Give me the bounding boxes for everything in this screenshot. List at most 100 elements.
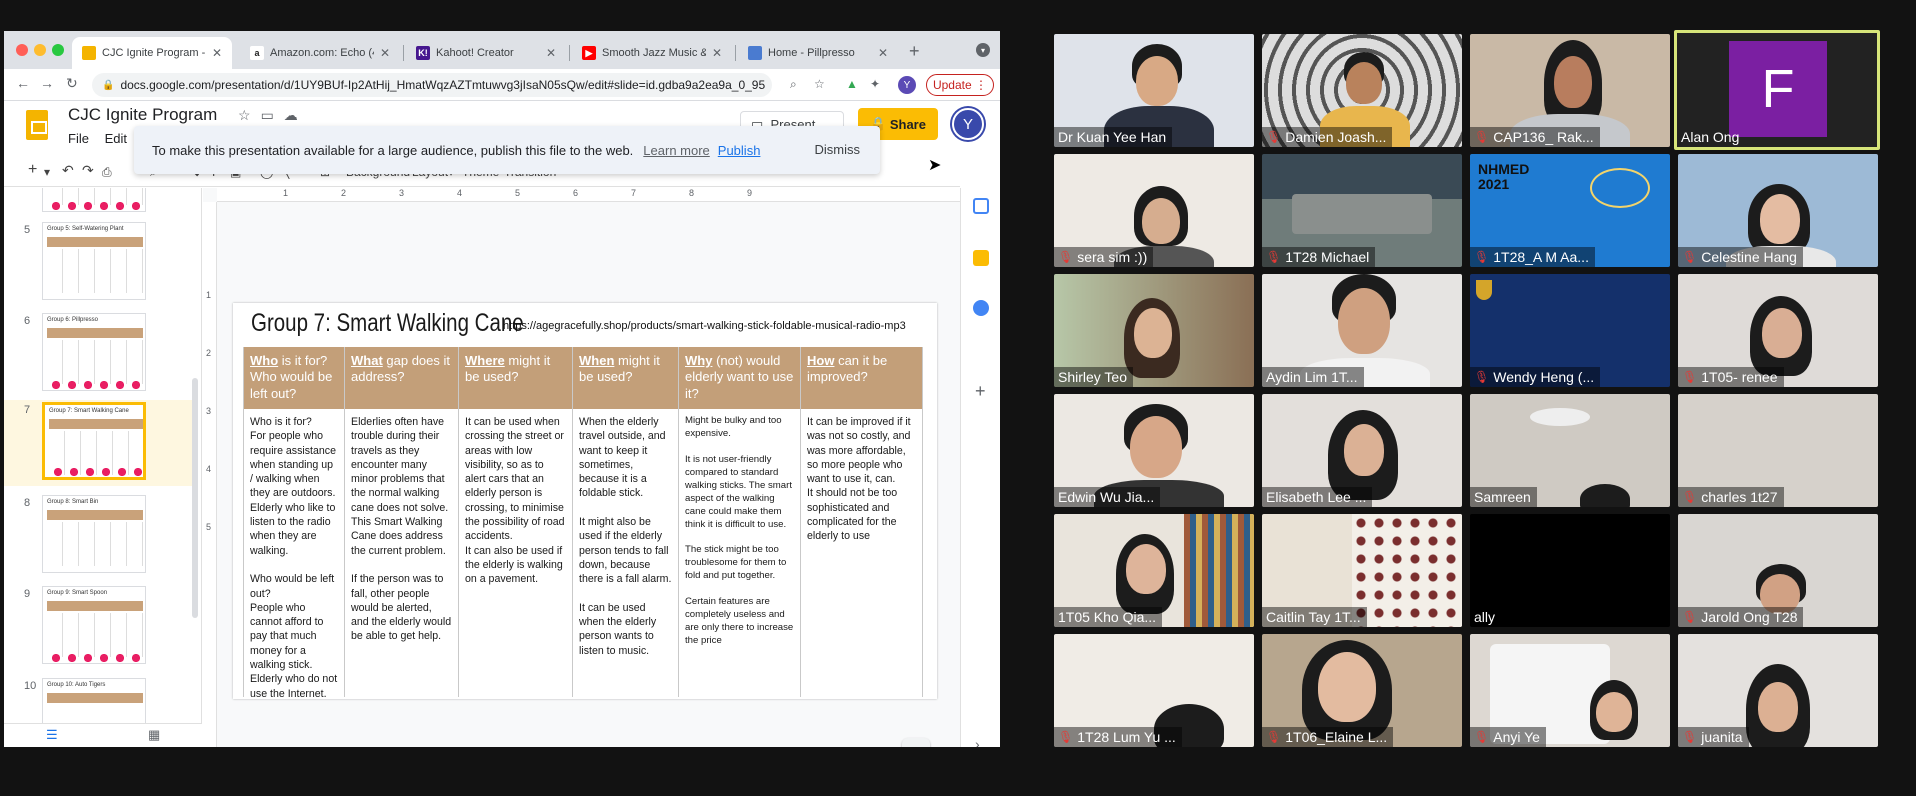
close-tab-icon[interactable]: ✕: [878, 46, 888, 60]
participant-tile[interactable]: 🎙 1T28 Lum Yu ...: [1054, 634, 1254, 747]
participant-tile[interactable]: 🎙 Jarold Ong T28: [1678, 514, 1878, 627]
participant-tile[interactable]: Edwin Wu Jia...: [1054, 394, 1254, 507]
participant-tile-speaking[interactable]: F Alan Ong: [1674, 30, 1880, 150]
slides-logo-icon[interactable]: [26, 110, 48, 140]
zoom-icon[interactable]: ⌕: [790, 77, 797, 92]
participant-tile[interactable]: 🎙 sera sim :)): [1054, 154, 1254, 267]
url-field[interactable]: 🔒 docs.google.com/presentation/d/1UY9BUf…: [92, 73, 772, 97]
close-tab-icon[interactable]: ✕: [712, 46, 722, 60]
ruler-tick: 6: [573, 188, 579, 198]
column-body[interactable]: It can be improved if it was not so cost…: [801, 409, 922, 697]
cloud-status-icon[interactable]: ☁: [284, 107, 308, 123]
participant-tile[interactable]: 🎙 1T06_Elaine L...: [1262, 634, 1462, 747]
participant-tile[interactable]: 🎙 CAP136_ Rak...: [1470, 34, 1670, 147]
participant-tile[interactable]: 1T05 Kho Qia...: [1054, 514, 1254, 627]
print-icon[interactable]: ⎙: [102, 165, 112, 180]
column-body[interactable]: Elderlies often have trouble during thei…: [345, 409, 458, 697]
participant-tile[interactable]: NHMED 2021 🎙 1T28_A M Aa...: [1470, 154, 1670, 267]
forward-arrow-icon[interactable]: →: [40, 75, 54, 91]
filmstrip-view-icon[interactable]: ☰: [46, 727, 58, 743]
name-label: 1T28 Lum Yu ...: [1077, 729, 1176, 745]
account-avatar[interactable]: Y: [952, 108, 984, 140]
participant-tile[interactable]: ally: [1470, 514, 1670, 627]
participant-tile[interactable]: Elisabeth Lee ...: [1262, 394, 1462, 507]
table-column: When might it be used? When the elderly …: [573, 347, 679, 697]
thumb-title: Group 8: Smart Bin: [47, 499, 99, 505]
learn-more-link[interactable]: Learn more: [643, 143, 709, 158]
chevron-down-icon[interactable]: ▾: [44, 165, 50, 179]
publish-link[interactable]: Publish: [718, 143, 761, 158]
participant-tile[interactable]: 🎙 juanita: [1678, 634, 1878, 747]
extensions-puzzle-icon[interactable]: ✦: [870, 77, 880, 91]
slide-thumbnail[interactable]: 6 Group 6: Pillpresso: [4, 311, 194, 395]
column-body[interactable]: It can be used when crossing the street …: [459, 409, 572, 697]
calendar-icon[interactable]: [973, 198, 989, 214]
star-icon[interactable]: ☆: [238, 107, 261, 123]
participant-tile[interactable]: 🎙 Anyi Ye: [1470, 634, 1670, 747]
column-body[interactable]: Might be bulky and too expensive. It is …: [679, 409, 800, 697]
participant-tile[interactable]: 🎙 charles 1t27: [1678, 394, 1878, 507]
minimize-window-button[interactable]: [34, 44, 46, 56]
header-keyword: What: [351, 353, 383, 368]
update-button[interactable]: Update ⋮: [926, 74, 994, 96]
slide-thumbnail[interactable]: 5 Group 5: Self-Watering Plant: [4, 220, 194, 304]
participant-tile[interactable]: Aydin Lim 1T...: [1262, 274, 1462, 387]
participant-tile[interactable]: Shirley Teo: [1054, 274, 1254, 387]
browser-tab[interactable]: Home - Pillpresso ✕: [738, 37, 898, 69]
muted-mic-icon: 🎙: [1058, 730, 1074, 744]
close-tab-icon[interactable]: ✕: [212, 46, 222, 60]
maximize-window-button[interactable]: [52, 44, 64, 56]
slide-thumbnail[interactable]: [4, 188, 194, 216]
document-title[interactable]: CJC Ignite Program: [68, 105, 217, 125]
close-window-button[interactable]: [16, 44, 28, 56]
add-addon-icon[interactable]: +: [975, 381, 986, 402]
browser-tab-active[interactable]: CJC Ignite Program - Go ✕: [72, 37, 232, 69]
grid-view-icon[interactable]: ▦: [148, 727, 160, 743]
slide-thumbnail[interactable]: 8 Group 8: Smart Bin: [4, 493, 194, 577]
reload-icon[interactable]: ↻: [66, 75, 78, 92]
participant-tile[interactable]: 🎙 Damien Joash...: [1262, 34, 1462, 147]
column-body[interactable]: When the elderly travel outside, and wan…: [573, 409, 678, 697]
keep-icon[interactable]: [973, 250, 989, 266]
participant-tile[interactable]: Caitlin Tay 1T...: [1262, 514, 1462, 627]
tab-search-button[interactable]: ▾: [976, 43, 990, 57]
slide[interactable]: Group 7: Smart Walking Cane https://ageg…: [233, 303, 937, 699]
explore-assist-button[interactable]: ✦: [902, 738, 930, 747]
participant-tile[interactable]: 🎙 Wendy Heng (...: [1470, 274, 1670, 387]
browser-tab[interactable]: ▶ Smooth Jazz Music & Bo ✕: [572, 37, 732, 69]
participant-tile[interactable]: 🎙 Celestine Hang: [1678, 154, 1878, 267]
participant-tile[interactable]: 🎙 1T28 Michael: [1262, 154, 1462, 267]
browser-tab[interactable]: a Amazon.com: Echo (4th ✕: [240, 37, 400, 69]
slide-canvas[interactable]: 1 2 3 4 5 6 7 8 9 1 2 3 4 5 Group 7: Sma…: [203, 188, 960, 747]
menu-edit[interactable]: Edit: [105, 131, 127, 146]
participant-tile[interactable]: 🎙 1T05- renee: [1678, 274, 1878, 387]
slide-filmstrip[interactable]: 5 Group 5: Self-Watering Plant 6 Group 6…: [4, 188, 202, 723]
new-slide-plus-icon[interactable]: +: [28, 161, 37, 179]
slide-thumbnail[interactable]: 9 Group 9: Smart Spoon: [4, 584, 194, 668]
back-arrow-icon[interactable]: ←: [16, 75, 30, 91]
chevron-right-icon[interactable]: ›: [975, 736, 980, 747]
muted-mic-icon: 🎙: [1266, 130, 1282, 144]
slide-thumbnail-selected[interactable]: 7 Group 7: Smart Walking Cane: [4, 400, 194, 486]
undo-icon[interactable]: ↶: [62, 162, 74, 179]
tasks-icon[interactable]: [973, 300, 989, 316]
drive-extension-icon[interactable]: ▲: [846, 77, 858, 91]
slide-url-text[interactable]: https://agegracefully.shop/products/smar…: [503, 320, 906, 332]
new-tab-button[interactable]: +: [909, 41, 920, 62]
slide-title[interactable]: Group 7: Smart Walking Cane: [251, 309, 524, 338]
muted-mic-icon: 🎙: [1266, 250, 1282, 264]
column-body[interactable]: Who is it for? For people who require as…: [244, 409, 344, 697]
move-folder-icon[interactable]: ▭: [261, 107, 284, 123]
redo-icon[interactable]: ↷: [82, 162, 94, 179]
participant-tile[interactable]: Dr Kuan Yee Han: [1054, 34, 1254, 147]
filmstrip-scrollbar[interactable]: [192, 378, 198, 618]
profile-avatar[interactable]: Y: [898, 76, 916, 94]
bookmark-star-icon[interactable]: ☆: [814, 77, 825, 91]
menu-file[interactable]: File: [68, 131, 89, 146]
close-tab-icon[interactable]: ✕: [380, 46, 390, 60]
browser-tab[interactable]: K! Kahoot! Creator ✕: [406, 37, 566, 69]
participant-tile[interactable]: Samreen: [1470, 394, 1670, 507]
dismiss-button[interactable]: Dismiss: [815, 142, 861, 157]
slide-thumbnail[interactable]: 10 Group 10: Auto Tigers: [4, 676, 194, 723]
close-tab-icon[interactable]: ✕: [546, 46, 556, 60]
